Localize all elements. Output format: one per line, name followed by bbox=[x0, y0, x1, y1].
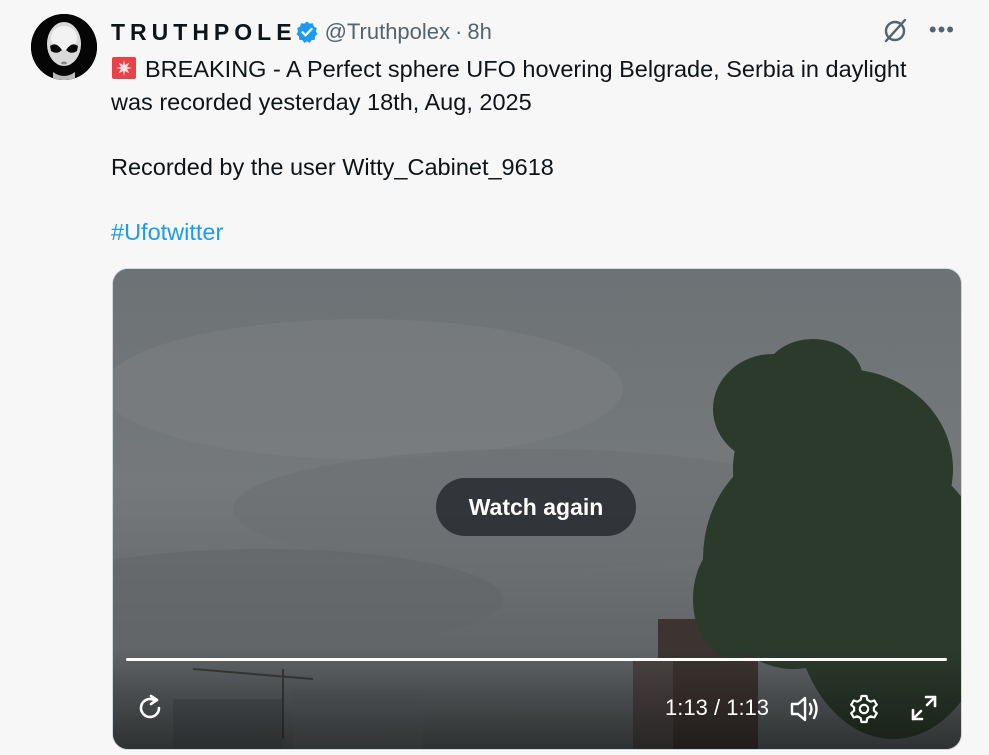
time-separator: / bbox=[713, 695, 721, 720]
video-time: 1:13 / 1:13 bbox=[665, 695, 769, 721]
post-actions-top: ••• bbox=[881, 16, 955, 44]
fullscreen-icon[interactable] bbox=[909, 693, 939, 723]
display-name[interactable]: TRUTHPOLE bbox=[111, 19, 297, 46]
post-text-line2: was recorded yesterday 18th, Aug, 2025 bbox=[111, 89, 532, 115]
post-timestamp[interactable]: 8h bbox=[467, 19, 491, 45]
more-options-icon[interactable]: ••• bbox=[929, 19, 955, 41]
duration: 1:13 bbox=[726, 695, 770, 720]
gear-icon[interactable] bbox=[848, 693, 880, 725]
user-handle[interactable]: @Truthpolex bbox=[325, 19, 450, 45]
post-text: BREAKING - A Perfect sphere UFO hovering… bbox=[111, 53, 971, 249]
replay-icon[interactable] bbox=[133, 691, 167, 725]
volume-icon[interactable] bbox=[788, 694, 822, 724]
post-text-line3: Recorded by the user Witty_Cabinet_9618 bbox=[111, 154, 554, 180]
post-line-1: BREAKING - A Perfect sphere UFO hovering… bbox=[111, 53, 971, 86]
separator-dot: · bbox=[455, 19, 463, 44]
verified-badge-icon[interactable] bbox=[295, 20, 319, 44]
alien-avatar-image bbox=[31, 14, 97, 80]
watch-again-button[interactable]: Watch again bbox=[436, 478, 636, 536]
avatar[interactable] bbox=[31, 14, 97, 80]
current-time: 1:13 bbox=[665, 695, 708, 720]
post-header: TRUTHPOLE @Truthpolex · 8h bbox=[111, 16, 492, 48]
grok-icon[interactable] bbox=[881, 16, 909, 44]
tweet[interactable]: TRUTHPOLE @Truthpolex · 8h ••• BREAKING … bbox=[0, 0, 989, 755]
video-player[interactable]: Watch again 1:13 / 1:13 bbox=[112, 268, 962, 750]
post-text-line1: BREAKING - A Perfect sphere UFO hovering… bbox=[145, 56, 907, 82]
hashtag-link[interactable]: #Ufotwitter bbox=[111, 216, 971, 249]
video-controls: 1:13 / 1:13 bbox=[113, 661, 961, 749]
siren-icon bbox=[112, 57, 136, 79]
